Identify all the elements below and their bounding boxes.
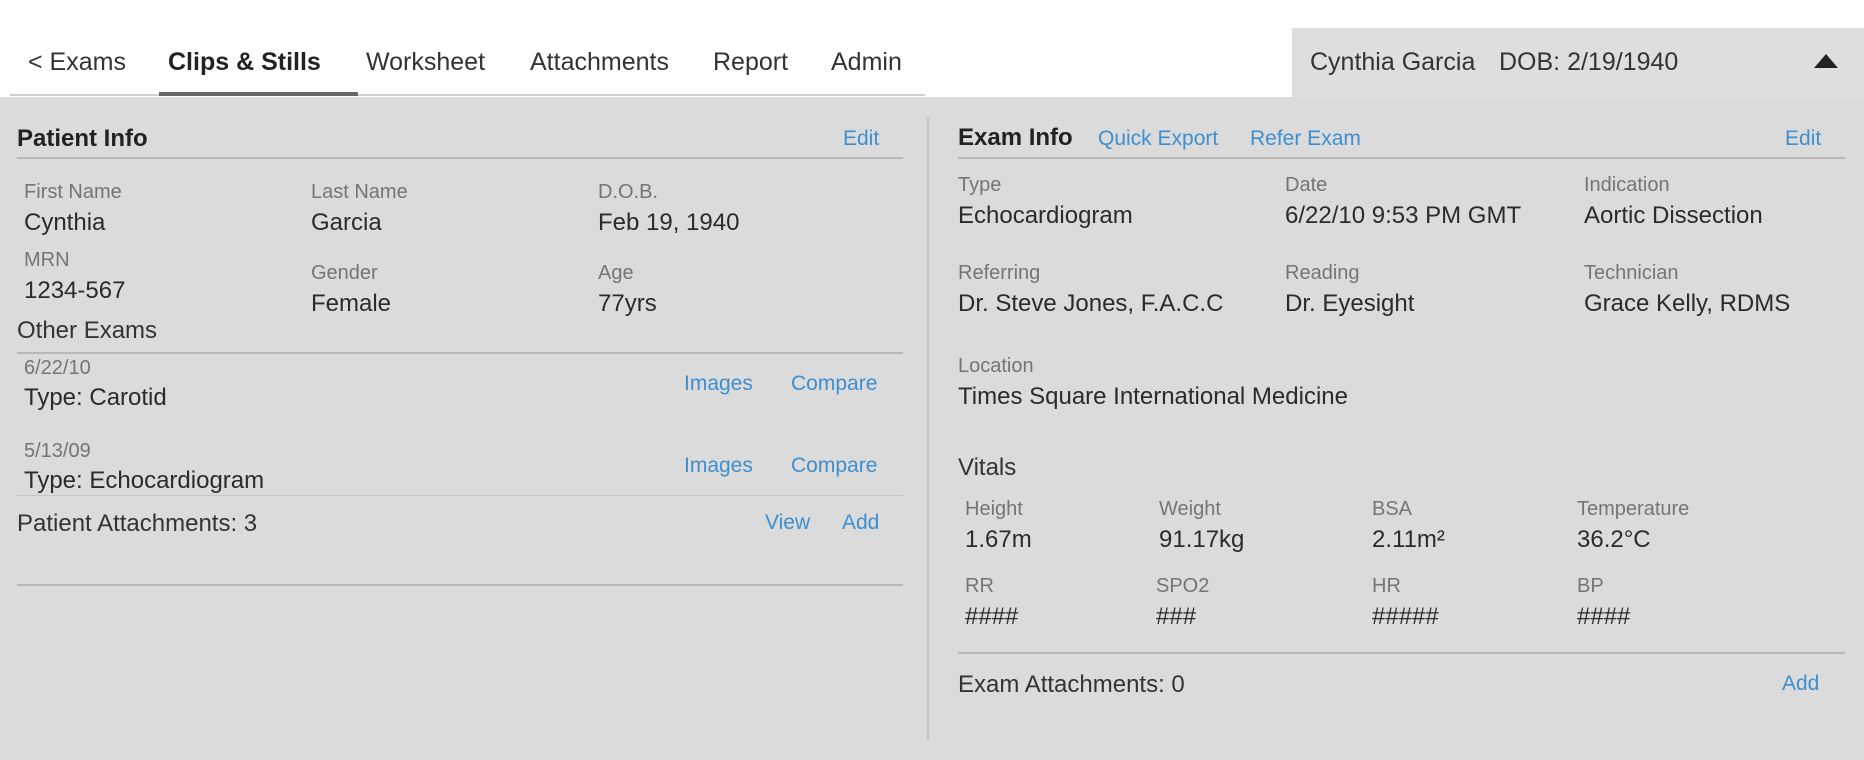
date-label: Date bbox=[1285, 174, 1328, 196]
exam-type: Type: Echocardiogram bbox=[24, 467, 265, 494]
exam-date: 5/13/09 bbox=[24, 440, 91, 462]
reading-label: Reading bbox=[1285, 262, 1360, 284]
exam-details-panel: Patient Info Edit First Name Cynthia Las… bbox=[0, 97, 1864, 760]
bsa-label: BSA bbox=[1372, 498, 1413, 520]
last-name-label: Last Name bbox=[311, 181, 408, 203]
tab-report[interactable]: Report bbox=[713, 38, 788, 94]
exam-date: 6/22/10 bbox=[24, 357, 91, 379]
temperature-value: 36.2°C bbox=[1577, 526, 1651, 553]
tab-worksheet[interactable]: Worksheet bbox=[366, 38, 485, 94]
tab-admin[interactable]: Admin bbox=[831, 38, 902, 94]
type-value: Echocardiogram bbox=[958, 202, 1133, 229]
exam-info-edit-link[interactable]: Edit bbox=[1785, 127, 1821, 151]
hr-value: ##### bbox=[1372, 603, 1439, 630]
patient-dob: DOB: 2/19/1940 bbox=[1499, 48, 1679, 76]
location-label: Location bbox=[958, 355, 1034, 377]
compare-link[interactable]: Compare bbox=[791, 454, 877, 478]
refer-exam-link[interactable]: Refer Exam bbox=[1250, 127, 1361, 151]
spo2-label: SPO2 bbox=[1156, 575, 1210, 597]
exam-info-title: Exam Info bbox=[958, 124, 1073, 151]
weight-label: Weight bbox=[1159, 498, 1221, 520]
patient-attachments-count: Patient Attachments: 3 bbox=[17, 510, 258, 537]
column-divider bbox=[927, 117, 929, 740]
tab-bar: < Exams Clips & Stills Worksheet Attachm… bbox=[10, 38, 925, 96]
divider bbox=[958, 652, 1845, 654]
spo2-value: ### bbox=[1156, 603, 1197, 630]
height-label: Height bbox=[965, 498, 1023, 520]
collapse-caret-icon[interactable] bbox=[1814, 54, 1838, 68]
referring-label: Referring bbox=[958, 262, 1041, 284]
tab-clips-stills[interactable]: Clips & Stills bbox=[168, 38, 321, 94]
first-name-value: Cynthia bbox=[24, 209, 106, 236]
type-label: Type bbox=[958, 174, 1002, 196]
divider bbox=[17, 584, 903, 586]
reading-value: Dr. Eyesight bbox=[1285, 290, 1415, 317]
indication-label: Indication bbox=[1584, 174, 1670, 196]
add-attachment-link[interactable]: Add bbox=[842, 511, 879, 535]
patient-name: Cynthia Garcia bbox=[1310, 48, 1476, 76]
top-navigation: < Exams Clips & Stills Worksheet Attachm… bbox=[0, 0, 1864, 97]
rr-label: RR bbox=[965, 575, 994, 597]
mrn-label: MRN bbox=[24, 249, 70, 271]
gender-label: Gender bbox=[311, 262, 378, 284]
other-exams-title: Other Exams bbox=[17, 317, 158, 344]
view-attachments-link[interactable]: View bbox=[765, 511, 810, 535]
technician-value: Grace Kelly, RDMS bbox=[1584, 290, 1791, 317]
active-tab-indicator bbox=[159, 92, 358, 96]
bp-value: #### bbox=[1577, 603, 1631, 630]
mrn-value: 1234-567 bbox=[24, 277, 126, 304]
patient-info-edit-link[interactable]: Edit bbox=[843, 127, 879, 151]
last-name-value: Garcia bbox=[311, 209, 382, 236]
divider bbox=[958, 157, 1845, 159]
temperature-label: Temperature bbox=[1577, 498, 1690, 520]
tab-back-to-exams[interactable]: < Exams bbox=[28, 38, 126, 94]
exam-attachments-count: Exam Attachments: 0 bbox=[958, 671, 1185, 698]
bp-label: BP bbox=[1577, 575, 1604, 597]
images-link[interactable]: Images bbox=[684, 372, 753, 396]
weight-value: 91.17kg bbox=[1159, 526, 1245, 553]
quick-export-link[interactable]: Quick Export bbox=[1098, 127, 1218, 151]
first-name-label: First Name bbox=[24, 181, 122, 203]
tab-attachments[interactable]: Attachments bbox=[530, 38, 669, 94]
dob-label: D.O.B. bbox=[598, 181, 659, 203]
compare-link[interactable]: Compare bbox=[791, 372, 877, 396]
exam-type: Type: Carotid bbox=[24, 384, 167, 411]
rr-value: #### bbox=[965, 603, 1019, 630]
indication-value: Aortic Dissection bbox=[1584, 202, 1763, 229]
images-link[interactable]: Images bbox=[684, 454, 753, 478]
referring-value: Dr. Steve Jones, F.A.C.C bbox=[958, 290, 1224, 317]
height-value: 1.67m bbox=[965, 526, 1032, 553]
location-value: Times Square International Medicine bbox=[958, 383, 1348, 410]
patient-header-bar[interactable]: Cynthia Garcia DOB: 2/19/1940 bbox=[1292, 28, 1864, 97]
age-value: 77yrs bbox=[598, 290, 657, 317]
technician-label: Technician bbox=[1584, 262, 1679, 284]
vitals-title: Vitals bbox=[958, 454, 1017, 481]
add-exam-attachment-link[interactable]: Add bbox=[1782, 672, 1819, 696]
date-value: 6/22/10 9:53 PM GMT bbox=[1285, 202, 1522, 229]
hr-label: HR bbox=[1372, 575, 1401, 597]
age-label: Age bbox=[598, 262, 634, 284]
divider bbox=[17, 495, 903, 496]
divider bbox=[17, 352, 903, 354]
divider bbox=[17, 157, 903, 159]
dob-value: Feb 19, 1940 bbox=[598, 209, 740, 236]
bsa-value: 2.11m² bbox=[1372, 526, 1445, 553]
patient-info-title: Patient Info bbox=[17, 125, 148, 152]
gender-value: Female bbox=[311, 290, 392, 317]
